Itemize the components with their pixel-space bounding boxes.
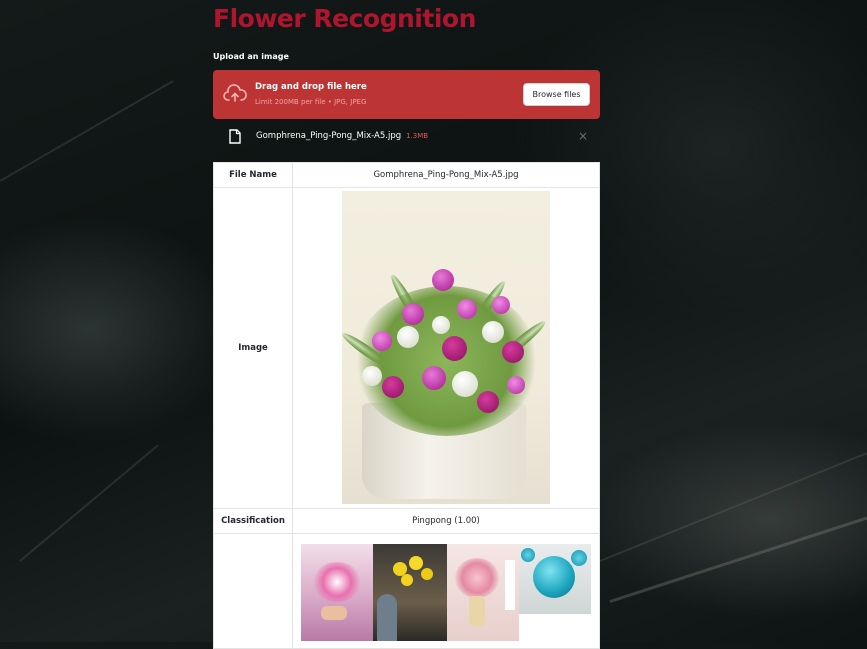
teal-flower-shape [521,548,535,562]
white-flower-shape [362,366,382,386]
results-table: File Name Gomphrena_Ping-Pong_Mix-A5.jpg… [213,162,600,649]
white-flower-shape [432,316,450,334]
table-row: Image [213,187,600,509]
uploaded-file-name: Gomphrena_Ping-Pong_Mix-A5.jpg 1.3MB [256,131,428,141]
dropzone-title: Drag and drop file here [255,82,367,92]
remove-file-button[interactable]: × [578,129,588,143]
pink-flower-shape [422,366,446,390]
bouquet-shape [313,562,361,602]
hand-shape [321,606,347,620]
table-row: Classification Pingpong (1.00) [213,508,600,534]
label-shape [505,560,515,610]
table-row [213,533,600,649]
yellow-flower-shape [401,574,413,586]
similar-image-1 [301,544,373,641]
row-label-image: Image [213,187,293,509]
file-name-text: Gomphrena_Ping-Pong_Mix-A5.jpg [256,131,402,141]
similar-image-4 [519,544,591,614]
teal-flower-shape [571,550,587,566]
file-dropzone[interactable]: Drag and drop file here Limit 200MB per … [213,70,600,119]
magenta-flower-shape [477,391,499,413]
classification-value: Pingpong (1.00) [292,508,600,534]
similar-image-2 [373,544,447,641]
image-cell [292,187,600,509]
yellow-flower-shape [409,556,423,570]
upload-label: Upload an image [213,52,289,61]
similar-images-cell [292,533,600,649]
similar-image-3 [447,544,519,641]
yellow-flower-shape [421,568,433,580]
dropzone-limit-text: Limit 200MB per file • JPG, JPEG [255,98,367,106]
uploaded-flower-image [342,191,550,504]
person-shape [377,594,397,641]
pink-flower-shape [457,299,477,319]
table-row: File Name Gomphrena_Ping-Pong_Mix-A5.jpg [213,162,600,188]
background-streak [0,80,174,182]
magenta-flower-shape [382,376,404,398]
teal-flower-shape [533,556,575,598]
background-streak [19,444,159,562]
white-flower-shape [482,321,504,343]
pink-flower-shape [432,269,454,291]
cloud-upload-icon [223,84,247,102]
background-streak [599,447,867,562]
pink-flower-shape [372,331,392,351]
browse-files-button[interactable]: Browse files [523,83,590,106]
pink-flower-shape [402,303,424,325]
magenta-flower-shape [442,336,467,361]
pink-bouquet-shape [455,558,499,598]
file-size: 1.3MB [406,132,429,140]
page-title: Flower Recognition [213,4,476,33]
row-label-similar [213,533,293,649]
row-label-file-name: File Name [213,162,293,188]
file-icon [229,129,241,144]
background-streak [609,513,867,603]
file-name-value: Gomphrena_Ping-Pong_Mix-A5.jpg [292,162,600,188]
white-flower-shape [397,326,419,348]
uploaded-file-row: Gomphrena_Ping-Pong_Mix-A5.jpg 1.3MB × [213,125,600,149]
white-flower-shape [452,371,478,397]
pink-flower-shape [492,296,510,314]
vase-shape [469,596,485,626]
row-label-classification: Classification [213,508,293,534]
pink-flower-shape [507,376,525,394]
magenta-flower-shape [502,341,524,363]
similar-images-strip [301,544,591,641]
